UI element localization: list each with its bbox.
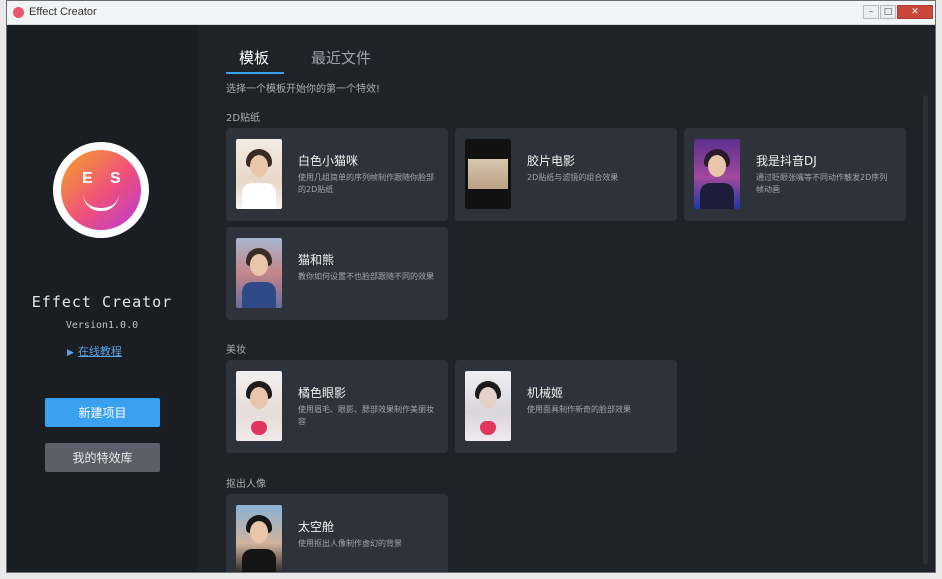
template-description: 通过眨眼张嘴等不同动作触发2D序列帧动画 bbox=[756, 173, 888, 194]
app-icon bbox=[13, 7, 24, 18]
logo-face-icon: E S bbox=[61, 150, 141, 230]
template-title: 我是抖音DJ bbox=[756, 154, 817, 168]
close-icon: ✕ bbox=[911, 7, 919, 17]
template-thumbnail bbox=[236, 505, 282, 572]
section-label-makeup: 美妆 bbox=[226, 345, 246, 356]
template-thumbnail bbox=[465, 139, 511, 209]
app-version: Version1.0.0 bbox=[65, 320, 139, 331]
maximize-icon: □ bbox=[883, 7, 893, 17]
thumb-film-frame bbox=[468, 159, 508, 189]
template-title: 橘色眼影 bbox=[298, 386, 347, 400]
maximize-button[interactable]: □ bbox=[880, 5, 896, 19]
new-project-button[interactable]: 新建项目 bbox=[45, 398, 160, 427]
logo-letter-s: S bbox=[110, 170, 121, 187]
sidebar: E S Effect Creator Version1.0.0 ▶ 在线教程 新建… bbox=[7, 25, 197, 572]
thumb-face bbox=[708, 155, 726, 177]
template-card-film-movie[interactable]: 胶片电影 2D贴纸与滤镜的组合效果 bbox=[455, 128, 677, 221]
template-card-white-kitten[interactable]: 白色小猫咪 使用几组简单的序列帧制作跟随你脸部的2D贴纸 bbox=[226, 128, 448, 221]
template-card-space-capsule[interactable]: 太空舱 使用抠出人像制作虚幻的背景 bbox=[226, 494, 448, 572]
title-bar: Effect Creator – □ ✕ bbox=[7, 1, 935, 25]
template-description: 2D贴纸与滤镜的组合效果 bbox=[527, 173, 619, 182]
thumb-body bbox=[242, 282, 276, 308]
section-label-portrait-cutout: 抠出人像 bbox=[226, 479, 266, 490]
minimize-button[interactable]: – bbox=[863, 5, 879, 19]
logo-letter-e: E bbox=[82, 170, 93, 187]
template-description: 使用眉毛、眼影、腮部效果制作美丽妆容 bbox=[298, 405, 434, 426]
minimize-icon: – bbox=[868, 7, 874, 17]
template-card-ex-machina[interactable]: 机械姬 使用面具制作新奇的脸部效果 bbox=[455, 360, 677, 453]
template-title: 猫和熊 bbox=[298, 253, 335, 267]
template-thumbnail bbox=[236, 371, 282, 441]
thumb-face bbox=[250, 254, 268, 276]
app-window: Effect Creator – □ ✕ E S Effect Creator … bbox=[6, 0, 936, 573]
thumb-face bbox=[250, 155, 268, 177]
template-card-orange-eyeshadow[interactable]: 橘色眼影 使用眉毛、眼影、腮部效果制作美丽妆容 bbox=[226, 360, 448, 453]
template-card-cat-and-bear[interactable]: 猫和熊 教你如何设置不也脸部跟随不同的效果 bbox=[226, 227, 448, 320]
tab-templates[interactable]: 模板 bbox=[239, 47, 269, 68]
thumb-heart bbox=[480, 421, 496, 435]
template-thumbnail bbox=[236, 139, 282, 209]
template-title: 机械姬 bbox=[527, 386, 564, 400]
template-thumbnail bbox=[694, 139, 740, 209]
template-title: 胶片电影 bbox=[527, 154, 576, 168]
close-button[interactable]: ✕ bbox=[897, 5, 933, 19]
my-effects-library-button[interactable]: 我的特效库 bbox=[45, 443, 160, 472]
thumb-heart bbox=[251, 421, 267, 435]
template-description: 使用面具制作新奇的脸部效果 bbox=[527, 405, 631, 414]
tab-recent-files[interactable]: 最近文件 bbox=[311, 47, 371, 68]
template-title: 白色小猫咪 bbox=[298, 154, 359, 168]
logo-smile bbox=[83, 194, 119, 211]
template-description: 教你如何设置不也脸部跟随不同的效果 bbox=[298, 272, 434, 281]
vertical-scrollbar[interactable] bbox=[923, 95, 928, 565]
window-title: Effect Creator bbox=[29, 6, 97, 18]
online-tutorial-label: 在线教程 bbox=[77, 345, 122, 358]
template-hint: 选择一个模板开始你的第一个特效! bbox=[226, 84, 381, 95]
template-card-douyin-dj[interactable]: 我是抖音DJ 通过眨眼张嘴等不同动作触发2D序列帧动画 bbox=[684, 128, 906, 221]
online-tutorial-link[interactable]: ▶ 在线教程 bbox=[67, 343, 122, 359]
thumb-body bbox=[242, 183, 276, 209]
thumb-face bbox=[479, 387, 497, 409]
thumb-face bbox=[250, 521, 268, 543]
template-thumbnail bbox=[236, 238, 282, 308]
template-description: 使用抠出人像制作虚幻的背景 bbox=[298, 539, 402, 548]
template-description: 使用几组简单的序列帧制作跟随你脸部的2D贴纸 bbox=[298, 173, 434, 194]
template-thumbnail bbox=[465, 371, 511, 441]
main-content: 模板 最近文件 选择一个模板开始你的第一个特效! 2D贴纸 白色小猫咪 使用几组… bbox=[197, 25, 935, 572]
thumb-body bbox=[242, 549, 276, 572]
active-tab-indicator bbox=[226, 72, 284, 74]
play-icon: ▶ bbox=[67, 348, 74, 358]
template-title: 太空舱 bbox=[298, 520, 335, 534]
section-label-2d-sticker: 2D贴纸 bbox=[226, 113, 261, 124]
thumb-body bbox=[700, 183, 734, 209]
app-logo: E S bbox=[53, 142, 149, 238]
app-name: Effect Creator bbox=[31, 293, 173, 311]
thumb-face bbox=[250, 387, 268, 409]
